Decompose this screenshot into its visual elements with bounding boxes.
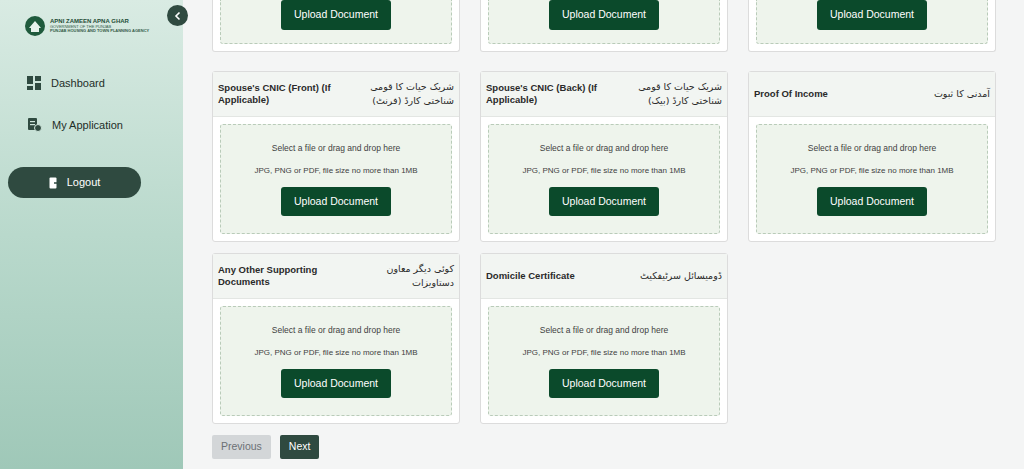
drop-hint: Select a file or drag and drop here <box>540 324 669 337</box>
drop-zone[interactable]: Select a file or drag and drop here JPG, … <box>756 124 988 234</box>
upload-button[interactable]: Upload Document <box>549 187 659 217</box>
card-title: Any Other Supporting Documents <box>218 264 348 289</box>
drop-zone[interactable]: Select a file or drag and drop here JPG, … <box>220 124 452 234</box>
upload-button[interactable]: Upload Document <box>281 0 391 30</box>
upload-button[interactable]: Upload Document <box>817 0 927 30</box>
sidebar-label: Dashboard <box>51 75 105 92</box>
document-card: Upload Document <box>212 0 460 52</box>
drop-hint: Select a file or drag and drop here <box>808 142 937 155</box>
drop-hint: Select a file or drag and drop here <box>272 142 401 155</box>
upload-button[interactable]: Upload Document <box>549 369 659 399</box>
card-title-urdu: آمدنی کا ثبوت <box>934 87 990 101</box>
card-header: Spouse's CNIC (Front) (If Applicable)شری… <box>213 72 459 117</box>
card-body: Select a file or drag and drop here JPG, … <box>749 117 995 241</box>
application-icon <box>27 118 42 132</box>
dashboard-icon <box>27 76 41 90</box>
collapse-button[interactable] <box>167 5 188 26</box>
logout-label: Logout <box>67 174 101 191</box>
sidebar: APNI ZAMEEN APNA GHARGOVERNMENT OF THE P… <box>0 0 183 469</box>
drop-zone[interactable]: Select a file or drag and drop here JPG, … <box>488 124 720 234</box>
drop-zone[interactable]: Upload Document <box>488 0 720 44</box>
logo-title: APNI ZAMEEN APNA GHAR <box>50 18 149 25</box>
card-header: Proof Of Income آمدنی کا ثبوت <box>749 72 995 117</box>
card-title: Spouse's CNIC (Front) (If Applicable) <box>218 82 340 107</box>
document-card: Upload Document <box>748 0 996 52</box>
card-header: Spouse's CNIC (Back) (If Applicable)شریک… <box>481 72 727 117</box>
chevron-left-icon <box>173 11 183 21</box>
logo: APNI ZAMEEN APNA GHARGOVERNMENT OF THE P… <box>0 0 183 37</box>
document-card: Any Other Supporting Documentsکوئی دیگر … <box>212 253 460 424</box>
card-title-urdu: شریک حیات کا قومی شناختی کارڈ (فرنٹ) <box>344 80 454 109</box>
upload-button[interactable]: Upload Document <box>281 369 391 399</box>
card-header: Any Other Supporting Documentsکوئی دیگر … <box>213 254 459 299</box>
next-button[interactable]: Next <box>280 435 320 459</box>
file-formats: JPG, PNG or PDF, file size no more than … <box>522 165 685 177</box>
drop-zone[interactable]: Upload Document <box>220 0 452 44</box>
logo-text: APNI ZAMEEN APNA GHARGOVERNMENT OF THE P… <box>50 18 149 33</box>
card-title-urdu: کوئی دیگر معاون دستاویزات <box>352 262 454 291</box>
upload-button[interactable]: Upload Document <box>817 187 927 217</box>
logo-agency: PUNJAB HOUSING AND TOWN PLANNING AGENCY <box>50 29 149 33</box>
sidebar-item[interactable]: My Application <box>27 115 183 135</box>
pager: Previous Next <box>212 435 996 459</box>
file-formats: JPG, PNG or PDF, file size no more than … <box>254 165 417 177</box>
drop-zone[interactable]: Select a file or drag and drop here JPG, … <box>488 306 720 416</box>
card-body: Select a file or drag and drop here JPG, … <box>213 299 459 423</box>
card-title: Spouse's CNIC (Back) (If Applicable) <box>486 82 608 107</box>
card-header: Domicile Certificate ڈومیسائل سرٹیفکیٹ <box>481 254 727 299</box>
previous-button: Previous <box>212 435 271 459</box>
card-body: Select a file or drag and drop here JPG, … <box>481 117 727 241</box>
drop-zone[interactable]: Select a file or drag and drop here JPG, … <box>220 306 452 416</box>
file-formats: JPG, PNG or PDF, file size no more than … <box>522 347 685 359</box>
logout-icon <box>49 177 61 189</box>
file-formats: JPG, PNG or PDF, file size no more than … <box>254 347 417 359</box>
upload-button[interactable]: Upload Document <box>281 187 391 217</box>
document-card: Spouse's CNIC (Front) (If Applicable)شری… <box>212 71 460 242</box>
file-formats: JPG, PNG or PDF, file size no more than … <box>790 165 953 177</box>
document-card: Upload Document <box>480 0 728 52</box>
main-content: Upload Document Upload Document Upload Doc… <box>183 0 1024 469</box>
upload-button[interactable]: Upload Document <box>549 0 659 30</box>
document-card: Spouse's CNIC (Back) (If Applicable)شریک… <box>480 71 728 242</box>
drop-hint: Select a file or drag and drop here <box>540 142 669 155</box>
sidebar-item[interactable]: Dashboard <box>27 73 183 93</box>
card-title: Proof Of Income <box>754 88 828 100</box>
logout-button[interactable]: Logout <box>8 167 141 198</box>
sidebar-label: My Application <box>52 117 123 134</box>
document-card: Domicile Certificate ڈومیسائل سرٹیفکیٹ Sel… <box>480 253 728 424</box>
drop-zone[interactable]: Upload Document <box>756 0 988 44</box>
sidebar-nav: Dashboard My Application <box>0 37 183 135</box>
card-body: Select a file or drag and drop here JPG, … <box>213 117 459 241</box>
card-title-urdu: شریک حیات کا قومی شناختی کارڈ (بیک) <box>612 80 722 109</box>
card-title: Domicile Certificate <box>486 270 575 282</box>
card-row: Any Other Supporting Documentsکوئی دیگر … <box>212 253 996 424</box>
emblem-icon <box>24 15 46 37</box>
card-row: Upload Document Upload Document Upload Doc… <box>212 0 996 52</box>
card-row: Spouse's CNIC (Front) (If Applicable)شری… <box>212 71 996 242</box>
drop-hint: Select a file or drag and drop here <box>272 324 401 337</box>
document-card: Proof Of Income آمدنی کا ثبوت Select a fil… <box>748 71 996 242</box>
card-title-urdu: ڈومیسائل سرٹیفکیٹ <box>640 269 722 283</box>
card-body: Select a file or drag and drop here JPG, … <box>481 299 727 423</box>
